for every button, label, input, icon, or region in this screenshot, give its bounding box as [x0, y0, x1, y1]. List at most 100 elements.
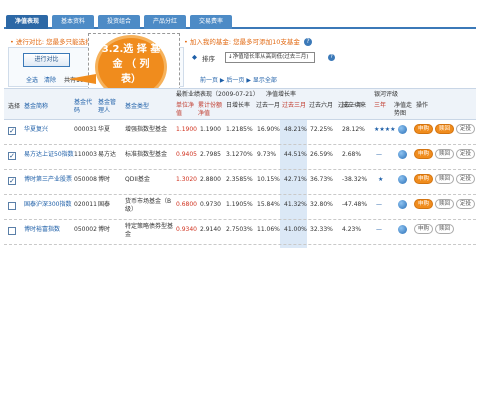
tab-fees[interactable]: 交易费率 [190, 15, 232, 29]
fund-name-link[interactable]: 博时裕富指数 [24, 226, 74, 234]
table-header: 选择 基金简称 基金代码 基金管理人 基金类型 最新业绩表现（2009-07-2… [4, 88, 476, 120]
col-galaxy-rating: 银河评级 [374, 91, 399, 98]
callout-line-2: 金 （ 列 [112, 59, 150, 70]
past-6m: 36.73% [310, 176, 333, 183]
sort-label: 排序 [202, 55, 215, 63]
redeem-button[interactable]: 赎回 [435, 124, 455, 134]
fund-name-link[interactable]: 博时第三产业股票 [24, 176, 74, 184]
acc-nav: 2.8800 [200, 176, 221, 183]
past-1m: 11.06% [257, 226, 280, 233]
redeem-button[interactable]: 赎回 [435, 224, 455, 234]
since-inception: -47.48% [342, 201, 368, 208]
past-3m: 41.00% [284, 226, 307, 233]
tab-nav-performance[interactable]: 净值表现 [6, 15, 48, 29]
fund-name-link[interactable]: 易方达上证50指数 [24, 151, 74, 159]
col-manager[interactable]: 基金管理人 [98, 99, 120, 115]
select-all-link[interactable]: 全选 [26, 75, 38, 84]
nav-chart-icon[interactable] [398, 225, 407, 234]
fund-type: 标准指数型基金 [125, 151, 168, 158]
col-nav-growth: 净值增长率 [266, 91, 297, 98]
past-3m: 42.71% [284, 176, 307, 183]
col-past-1m[interactable]: 过去一月 [256, 102, 282, 110]
fund-code: 020011 [74, 201, 97, 208]
table-row: 国泰沪深300指数 020011 国泰 货币市场基金（B级） 0.6800 0.… [4, 195, 476, 220]
unit-nav: 1.1900 [176, 126, 197, 133]
callout-pointer [68, 74, 96, 84]
table-row: 博时裕富指数 050002 博时 特定策略债券型基金 0.9340 2.9140… [4, 220, 476, 245]
sip-button[interactable]: 定投 [456, 174, 476, 184]
col-fund-code[interactable]: 基金代码 [74, 99, 94, 115]
col-unit-nav[interactable]: 单位净值 [176, 102, 194, 118]
redeem-button[interactable]: 赎回 [435, 199, 455, 209]
daily-growth: 1.1905% [226, 201, 253, 208]
row-checkbox[interactable]: ✓ [8, 152, 16, 160]
past-3m: 41.32% [284, 201, 307, 208]
col-past-3m[interactable]: 过去三月 [282, 102, 308, 110]
buy-button[interactable]: 申购 [414, 149, 434, 159]
fund-code: 000031 [74, 126, 97, 133]
buy-button[interactable]: 申购 [414, 174, 434, 184]
fund-code: 050008 [74, 176, 97, 183]
past-3m: 44.51% [284, 151, 307, 158]
since-inception: -38.32% [342, 176, 368, 183]
fund-manager: 易方达 [98, 151, 117, 158]
acc-nav: 1.1900 [200, 126, 221, 133]
sip-button[interactable]: 定投 [456, 199, 476, 209]
redeem-button[interactable]: 赎回 [435, 149, 455, 159]
clear-link[interactable]: 清除 [44, 75, 56, 84]
col-fund-type[interactable]: 基金类型 [125, 103, 167, 111]
past-1m: 16.90% [257, 126, 280, 133]
rating-stars: — [376, 201, 382, 208]
row-checkbox[interactable] [8, 227, 16, 235]
help-icon[interactable]: ? [304, 38, 313, 46]
sip-button[interactable]: 定投 [456, 124, 476, 134]
sort-select[interactable]: ↓净值增长率从高到低(过去三月) [225, 52, 315, 63]
buy-button[interactable]: 申购 [414, 224, 434, 234]
col-acc-nav[interactable]: 累计份额净值 [198, 102, 224, 118]
col-daily[interactable]: 日增长率 [226, 102, 256, 110]
daily-growth: 2.3585% [226, 176, 253, 183]
nav-chart-icon[interactable] [398, 150, 407, 159]
acc-nav: 0.9730 [200, 201, 221, 208]
rating-stars: ★★★★ [374, 126, 396, 133]
past-6m: 32.33% [310, 226, 333, 233]
nav-chart-icon[interactable] [398, 175, 407, 184]
col-fund-name[interactable]: 基金简称 [24, 103, 69, 111]
past-1m: 10.15% [257, 176, 280, 183]
fund-manager: 国泰 [98, 201, 111, 208]
tab-basic-info[interactable]: 基本资料 [52, 15, 94, 29]
nav-chart-icon[interactable] [398, 125, 407, 134]
col-three-year[interactable]: 三年 [374, 102, 388, 110]
buy-button[interactable]: 申购 [414, 124, 434, 134]
sip-button[interactable]: 定投 [456, 149, 476, 159]
since-inception: 4.23% [342, 226, 362, 233]
unit-nav: 0.9405 [176, 151, 197, 158]
tab-dividends[interactable]: 产品分红 [144, 15, 186, 29]
past-1m: 15.84% [257, 201, 280, 208]
sort-help-icon[interactable]: ? [328, 53, 335, 61]
my-fund-notice-text: • 加入我的基金: 您最多可添加10支基金 [184, 38, 300, 46]
fund-name-link[interactable]: 华夏复兴 [24, 126, 72, 134]
fund-name-link[interactable]: 国泰沪深300指数 [24, 201, 74, 209]
col-action: 操作 [416, 102, 429, 109]
my-fund-notice: • 加入我的基金: 您最多可添加10支基金 ? [184, 36, 313, 46]
fund-manager: 博时 [98, 226, 111, 233]
nav-chart-icon[interactable] [398, 200, 407, 209]
past-3m: 48.21% [284, 126, 307, 133]
daily-growth: 1.2185% [226, 126, 253, 133]
tab-portfolio[interactable]: 投资组合 [98, 15, 140, 29]
unit-nav: 1.3020 [176, 176, 197, 183]
col-since[interactable]: 成立以来 [342, 102, 368, 110]
since-inception: 28.12% [342, 126, 365, 133]
row-checkbox[interactable] [8, 202, 16, 210]
row-checkbox[interactable]: ✓ [8, 177, 16, 185]
redeem-button[interactable]: 赎回 [435, 174, 455, 184]
row-checkbox[interactable]: ✓ [8, 127, 16, 135]
compare-button[interactable]: 进行对比 [23, 53, 70, 67]
fund-code: 110003 [74, 151, 97, 158]
rating-stars: — [376, 226, 382, 233]
fund-code: 050002 [74, 226, 97, 233]
pagination[interactable]: 前一页 ▶ 后一页 ▶ 显示全部 [200, 75, 277, 84]
col-past-6m[interactable]: 过去六月 [309, 102, 335, 110]
buy-button[interactable]: 申购 [414, 199, 434, 209]
